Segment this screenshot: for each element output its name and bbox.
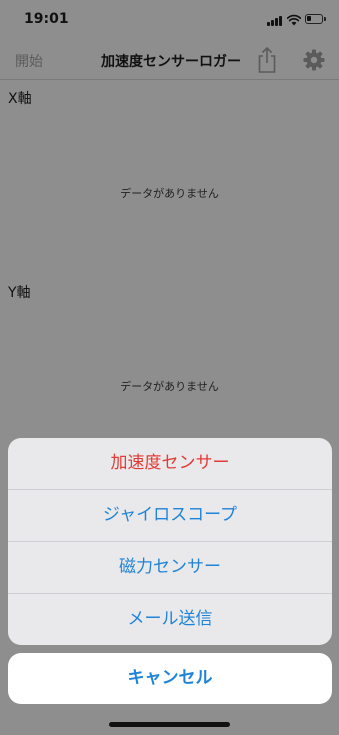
cancel-button[interactable]: キャンセル: [8, 653, 332, 704]
accelerometer-option[interactable]: 加速度センサー: [8, 438, 332, 490]
cellular-signal-icon: [267, 16, 284, 26]
navigation-bar: 開始 加速度センサーロガー: [0, 40, 339, 80]
x-axis-no-data-text: データがありません: [120, 187, 219, 200]
action-sheet: 加速度センサー ジャイロスコープ 磁力センサー メール送信: [8, 438, 332, 645]
status-bar: 19:01: [0, 0, 339, 40]
status-time: 19:01: [24, 11, 69, 27]
send-email-option[interactable]: メール送信: [8, 594, 332, 645]
battery-level: [307, 16, 311, 21]
battery-icon: [305, 14, 326, 24]
y-axis-no-data-text: データがありません: [120, 380, 219, 393]
gyroscope-option[interactable]: ジャイロスコープ: [8, 490, 332, 542]
share-icon[interactable]: [256, 46, 278, 74]
page-title: 加速度センサーロガー: [101, 54, 241, 70]
wifi-icon: [287, 14, 301, 26]
gear-icon[interactable]: [303, 49, 325, 71]
start-button[interactable]: 開始: [15, 51, 43, 71]
home-indicator: [109, 722, 230, 727]
magnetometer-option[interactable]: 磁力センサー: [8, 542, 332, 594]
x-axis-label: X軸: [8, 91, 32, 107]
y-axis-label: Y軸: [8, 285, 31, 301]
